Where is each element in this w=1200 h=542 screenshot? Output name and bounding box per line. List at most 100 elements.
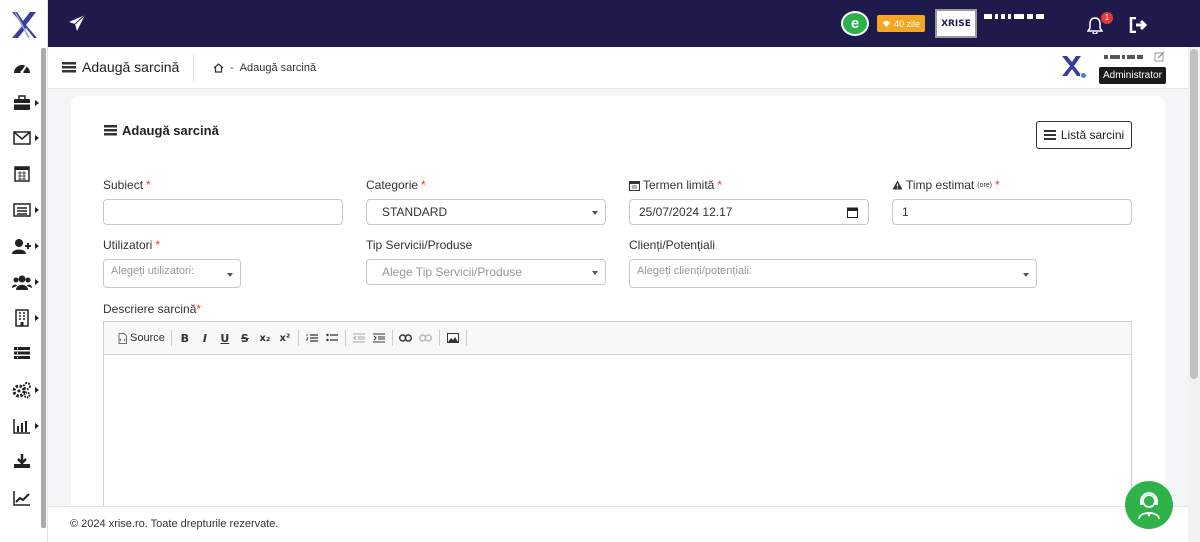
sidebar-item-briefcase[interactable] <box>10 93 34 113</box>
app-logo[interactable] <box>9 8 39 42</box>
support-agent-icon <box>1138 492 1160 520</box>
tasks-icon <box>104 125 117 136</box>
link-button[interactable] <box>396 328 416 348</box>
superscript-button[interactable]: x² <box>275 328 295 348</box>
dashboard-icon <box>14 65 30 74</box>
calendar-icon <box>14 166 30 182</box>
subscription-days-badge[interactable]: 40 zile <box>877 15 926 32</box>
outdent-icon <box>352 333 365 343</box>
italic-button[interactable]: I <box>195 328 215 348</box>
task-list-button-label: Listă sarcini <box>1060 128 1125 142</box>
users-select-placeholder: Alegeți utilizatori: <box>111 265 195 277</box>
sidebar-item-users[interactable] <box>10 272 34 292</box>
underline-button[interactable]: U <box>215 328 235 348</box>
clients-select-placeholder: Alegeți clienți/potențiali: <box>637 265 752 277</box>
users-label: Utilizatori * <box>103 238 161 252</box>
strikethrough-button[interactable]: S <box>235 328 255 348</box>
estimated-time-label: Timp estimat (ore) * <box>892 178 1000 192</box>
user-name-redacted <box>1104 55 1143 59</box>
calendar-picker-icon[interactable] <box>847 207 858 218</box>
subject-label: Subiect * <box>103 178 151 192</box>
category-label: Categorie * <box>366 178 426 192</box>
diamond-icon <box>883 20 890 27</box>
sidebar-item-analytics[interactable] <box>10 488 34 508</box>
chevron-down-icon <box>227 273 233 277</box>
sidebar-item-settings[interactable] <box>10 380 34 400</box>
deadline-input[interactable]: 25/07/2024 12.17 <box>629 199 869 225</box>
bulleted-list-button[interactable] <box>322 328 342 348</box>
deadline-label: Termen limită * <box>629 178 722 192</box>
bar-chart-icon <box>13 419 30 434</box>
sidebar-item-dashboard[interactable] <box>10 58 34 78</box>
page-header: Adaugă sarcină - Adaugă sarcină Administ… <box>48 47 1188 89</box>
card-title-text: Adaugă sarcină <box>122 123 219 138</box>
sidebar-item-reports[interactable] <box>10 416 34 436</box>
breadcrumb-current: Adaugă sarcină <box>239 62 317 74</box>
bold-button[interactable]: B <box>175 328 195 348</box>
company-logo[interactable]: XRISE <box>935 9 977 38</box>
logout-icon[interactable] <box>1129 16 1149 36</box>
page-title-text: Adaugă sarcină <box>82 59 180 75</box>
image-icon <box>446 333 459 343</box>
add-user-icon <box>12 239 31 254</box>
numbered-list-button[interactable] <box>302 328 322 348</box>
header-divider <box>193 55 194 81</box>
category-select[interactable]: STANDARD <box>366 199 606 225</box>
add-task-card: Adaugă sarcină Listă sarcini Subiect * C… <box>71 96 1165 521</box>
notification-count-badge: 1 <box>1101 12 1113 24</box>
edit-profile-icon[interactable] <box>1154 51 1165 65</box>
description-editor-area[interactable] <box>104 355 1131 521</box>
chevron-down-icon <box>592 211 598 215</box>
sidebar-item-building[interactable] <box>10 308 34 328</box>
subscript-button[interactable]: x₂ <box>255 328 275 348</box>
eco-badge-icon[interactable]: e <box>841 11 869 36</box>
days-badge-text: 40 zile <box>894 18 921 29</box>
sidebar-item-download[interactable] <box>10 451 34 471</box>
card-title: Adaugă sarcină <box>104 123 219 138</box>
copyright-text: © 2024 xrise.ro. Toate drepturile rezerv… <box>70 518 279 530</box>
chevron-down-icon <box>1023 273 1029 277</box>
sidebar-item-tasks[interactable] <box>10 343 34 363</box>
paper-plane-icon[interactable] <box>68 14 86 35</box>
users-icon <box>12 275 32 290</box>
source-button[interactable]: Source <box>115 328 168 348</box>
support-chat-button[interactable] <box>1125 481 1173 529</box>
unlink-button[interactable] <box>416 328 436 348</box>
envelope-icon <box>13 131 31 145</box>
sidebar-item-calendar[interactable] <box>10 163 34 183</box>
list-icon <box>13 203 31 217</box>
source-button-label: Source <box>130 332 165 344</box>
indent-icon <box>372 333 385 343</box>
outdent-button[interactable] <box>349 328 369 348</box>
home-icon[interactable] <box>213 63 224 73</box>
users-select[interactable]: Alegeți utilizatori: <box>103 259 241 288</box>
page-title: Adaugă sarcină <box>62 59 179 75</box>
topbar: e 40 zile XRISE 1 <box>48 0 1200 47</box>
chevron-down-icon <box>592 271 598 275</box>
company-name-redacted <box>984 14 1044 19</box>
source-icon <box>118 332 127 344</box>
breadcrumb-separator: - <box>230 62 234 74</box>
page-scrollbar[interactable] <box>1188 47 1200 542</box>
download-icon <box>14 454 30 468</box>
sidebar-item-add-user[interactable] <box>10 236 34 256</box>
sidebar-item-list[interactable] <box>10 200 34 220</box>
sidebar-scrollbar[interactable] <box>41 48 46 528</box>
footer: © 2024 xrise.ro. Toate drepturile rezerv… <box>48 506 1188 542</box>
building-icon <box>15 309 29 327</box>
image-button[interactable] <box>443 328 463 348</box>
estimated-time-input[interactable]: 1 <box>892 199 1132 225</box>
clients-select[interactable]: Alegeți clienți/potențiali: <box>629 259 1037 288</box>
task-list-button[interactable]: Listă sarcini <box>1036 121 1132 149</box>
subject-input[interactable] <box>103 199 343 225</box>
line-chart-icon <box>13 491 30 506</box>
breadcrumb: - Adaugă sarcină <box>213 62 316 74</box>
service-type-select[interactable]: Alege Tip Servicii/Produse <box>366 259 606 285</box>
clients-label: Clienți/Potențiali <box>629 238 716 252</box>
calendar-icon <box>629 180 640 191</box>
unlink-icon <box>419 334 433 342</box>
sidebar-item-mail[interactable] <box>10 128 34 148</box>
role-tooltip: Administrator <box>1099 67 1166 84</box>
indent-button[interactable] <box>369 328 389 348</box>
cogs-icon <box>12 382 31 399</box>
